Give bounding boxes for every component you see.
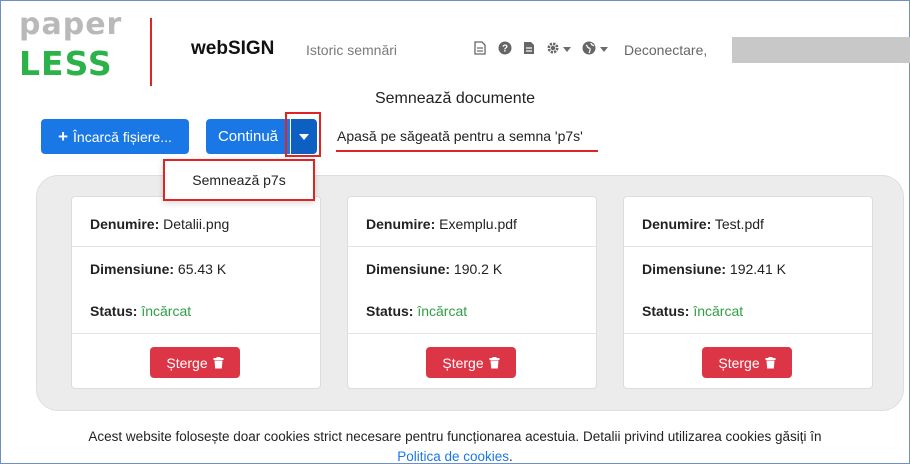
gear-icon[interactable]	[545, 40, 561, 56]
card-divider	[624, 246, 872, 247]
file-icon[interactable]	[521, 40, 537, 56]
file-name-row: Denumire: Exemplu.pdf	[366, 216, 517, 232]
instruction-hint: Apasă pe săgeată pentru a semna 'p7s'	[337, 128, 583, 144]
cookie-policy-link[interactable]: Politica de cookies	[397, 449, 509, 464]
highlight-box-toggle	[285, 112, 321, 157]
nav-history-link[interactable]: Istoric semnări	[306, 42, 397, 58]
file-name-row: Denumire: Test.pdf	[642, 216, 764, 232]
card-divider	[624, 333, 872, 334]
help-icon[interactable]: ?	[497, 40, 513, 56]
logo-less-text: LESS	[19, 44, 113, 83]
card-divider	[348, 333, 596, 334]
language-caret-icon[interactable]	[600, 47, 608, 52]
page-title: Semnează documente	[374, 90, 536, 107]
svg-text:?: ?	[502, 44, 508, 55]
settings-caret-icon[interactable]	[563, 47, 571, 52]
continue-button[interactable]: Continuă	[206, 119, 290, 154]
file-size-row: Dimensiune: 190.2 K	[366, 261, 503, 277]
logout-link[interactable]: Deconectare,	[624, 42, 707, 58]
logo-separator	[150, 18, 152, 86]
globe-icon[interactable]	[581, 40, 597, 56]
trash-icon	[765, 356, 776, 368]
card-divider	[72, 246, 320, 247]
logo-paper-text: paper	[19, 7, 123, 42]
card-divider	[72, 333, 320, 334]
redacted-username	[732, 37, 910, 63]
cookie-notice: Acest website folosește doar cookies str…	[88, 429, 822, 464]
document-icon[interactable]	[472, 40, 488, 56]
brand-name[interactable]: webSIGN	[191, 38, 274, 60]
upload-files-label: Încarcă fișiere...	[73, 128, 172, 145]
sign-p7s-menu-item[interactable]: Semnează p7s	[163, 159, 315, 201]
file-card: Denumire: Test.pdf Dimensiune: 192.41 K …	[623, 196, 873, 389]
upload-files-button[interactable]: + Încarcă fișiere...	[41, 119, 189, 154]
delete-file-button[interactable]: Șterge	[426, 347, 516, 378]
hint-underline	[336, 150, 598, 152]
paperless-logo: paper LESS	[19, 10, 139, 84]
plus-icon: +	[58, 126, 69, 146]
file-status-row: Status: încărcat	[90, 303, 192, 319]
card-divider	[348, 246, 596, 247]
file-card: Denumire: Exemplu.pdf Dimensiune: 190.2 …	[347, 196, 597, 389]
file-name-row: Denumire: Detalii.png	[90, 216, 230, 232]
file-status-row: Status: încărcat	[642, 303, 744, 319]
trash-icon	[489, 356, 500, 368]
delete-file-button[interactable]: Șterge	[702, 347, 792, 378]
file-size-row: Dimensiune: 65.43 K	[90, 261, 227, 277]
delete-file-button[interactable]: Șterge	[150, 347, 240, 378]
file-size-row: Dimensiune: 192.41 K	[642, 261, 786, 277]
file-card: Denumire: Detalii.png Dimensiune: 65.43 …	[71, 196, 321, 389]
trash-icon	[213, 356, 224, 368]
file-status-row: Status: încărcat	[366, 303, 468, 319]
